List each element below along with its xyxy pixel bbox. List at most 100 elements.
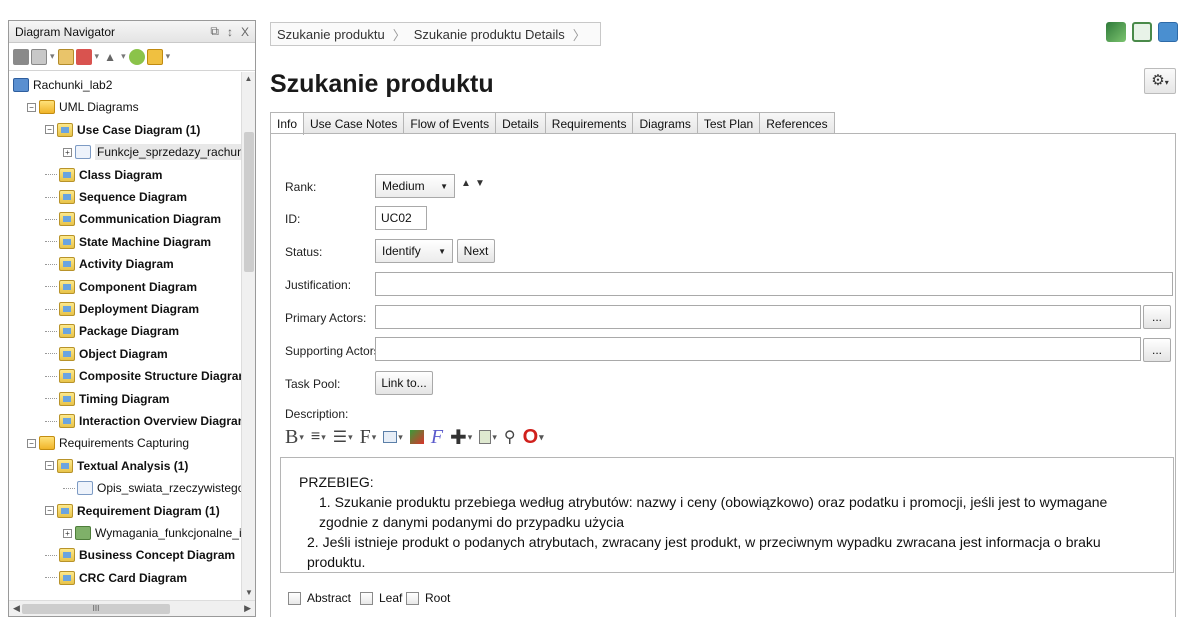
scroll-up-icon[interactable]: ▲ — [242, 72, 255, 86]
color-icon[interactable] — [409, 430, 424, 444]
tab-info[interactable]: Info — [270, 112, 305, 135]
link-to-button[interactable]: Link to... — [375, 371, 433, 395]
list-icon[interactable]: ☰ ▾ — [333, 427, 353, 447]
align-icon[interactable]: ≡ ▾ — [311, 428, 326, 446]
chevron-down-icon[interactable]: ▾ — [166, 51, 171, 62]
justification-field[interactable] — [375, 272, 1173, 296]
tree-item[interactable]: CRC Card Diagram — [45, 567, 187, 589]
fit-screen-icon[interactable] — [1132, 22, 1152, 42]
bold-icon[interactable]: B ▾ — [285, 426, 304, 449]
tree-item[interactable]: Package Diagram — [45, 320, 179, 342]
tab-references[interactable]: References — [759, 112, 835, 134]
close-icon[interactable]: X — [241, 25, 249, 39]
image-icon[interactable]: ▾ — [479, 430, 497, 444]
root-checkbox[interactable]: Root — [406, 591, 450, 605]
scroll-down-icon[interactable]: ▼ — [242, 586, 256, 600]
id-field[interactable]: UC02 — [375, 206, 427, 230]
insert-icon[interactable]: ✚ ▾ — [450, 425, 472, 450]
collapse-icon[interactable]: − — [45, 461, 54, 471]
breadcrumb-item[interactable]: Szukanie produktu Details — [414, 27, 565, 42]
diagram-icon — [59, 257, 75, 272]
tree-item[interactable]: Communication Diagram — [45, 208, 221, 230]
collapse-icon[interactable]: − — [45, 125, 54, 135]
vertical-scrollbar[interactable]: ▲ ▼ — [241, 72, 255, 600]
restore-icon[interactable]: ⧉ — [210, 24, 219, 39]
find-icon[interactable]: ⚲ — [504, 427, 516, 447]
supporting-actors-browse-button[interactable]: ... — [1143, 338, 1171, 362]
checkbox-box[interactable] — [360, 591, 373, 605]
tree-item[interactable]: + Wymagania_funkcjonalne_i_nief — [63, 522, 241, 544]
tab-diagrams[interactable]: Diagrams — [632, 112, 698, 134]
tab-details[interactable]: Details — [495, 112, 546, 134]
tree-item[interactable]: Composite Structure Diagram — [45, 365, 241, 387]
tab-flow-of-events[interactable]: Flow of Events — [403, 112, 497, 134]
tree-item[interactable]: Opis_swiata_rzeczywistego — [63, 477, 241, 499]
expand-icon[interactable]: + — [63, 528, 72, 538]
formula-icon[interactable]: F — [431, 426, 443, 449]
folder-icon — [39, 436, 55, 451]
scroll-thumb-horizontal[interactable]: III — [21, 603, 170, 614]
next-button[interactable]: Next — [457, 239, 495, 263]
abstract-checkbox[interactable]: Abstract — [288, 591, 351, 605]
rank-down-icon[interactable]: ▼ — [475, 178, 485, 189]
checkbox-box[interactable] — [406, 591, 419, 605]
primary-actors-browse-button[interactable]: ... — [1143, 305, 1171, 329]
tree-item[interactable]: Interaction Overview Diagram — [45, 410, 241, 432]
record-icon[interactable]: O ▾ — [523, 426, 544, 449]
description-editor[interactable]: PRZEBIEG: 1. Szukanie produktu przebiega… — [280, 457, 1174, 573]
tab-test-plan[interactable]: Test Plan — [696, 112, 761, 134]
collapse-icon[interactable]: − — [27, 102, 36, 112]
diagram-icon — [59, 167, 75, 182]
panel-icon[interactable] — [1158, 22, 1178, 42]
refresh-icon[interactable] — [128, 48, 145, 65]
tree-item[interactable]: − Use Case Diagram (1) — [45, 119, 200, 141]
chevron-down-icon[interactable]: ▾ — [95, 51, 100, 62]
tree-item[interactable]: Activity Diagram — [45, 253, 174, 275]
tree-item[interactable]: − Requirements Capturing — [27, 432, 189, 454]
sort-icon[interactable] — [75, 48, 92, 65]
notification-icon[interactable] — [1106, 22, 1126, 42]
tree-item[interactable]: Rachunki_lab2 — [13, 74, 112, 96]
tab-use-case-notes[interactable]: Use Case Notes — [303, 112, 405, 134]
new-diagram-icon[interactable] — [31, 48, 47, 65]
scroll-thumb[interactable] — [244, 132, 254, 272]
expand-icon[interactable]: + — [63, 147, 72, 157]
tree-item[interactable]: − Textual Analysis (1) — [45, 455, 188, 477]
open-icon[interactable] — [57, 48, 74, 65]
chevron-down-icon[interactable]: ▾ — [50, 51, 55, 62]
rank-up-icon[interactable]: ▲ — [461, 178, 471, 189]
primary-actors-field[interactable] — [375, 305, 1141, 329]
scroll-right-icon[interactable]: ▶ — [244, 603, 251, 614]
tree-item[interactable]: Business Concept Diagram — [45, 544, 235, 566]
up-icon[interactable]: ▲ — [102, 49, 118, 65]
tree-item-label: Deployment Diagram — [79, 302, 200, 316]
tree-item[interactable]: Component Diagram — [45, 276, 197, 298]
tree-item[interactable]: − Requirement Diagram (1) — [45, 500, 220, 522]
table-icon[interactable]: ▾ — [383, 431, 403, 443]
breadcrumb-item[interactable]: Szukanie produktu — [277, 27, 385, 42]
folder-icon[interactable] — [146, 48, 163, 65]
status-select[interactable]: Identify ▼ — [375, 239, 453, 263]
rank-select[interactable]: Medium ▼ — [375, 174, 455, 198]
font-icon[interactable]: F ▾ — [360, 426, 377, 449]
tree-connector — [45, 174, 57, 176]
tree-item[interactable]: Object Diagram — [45, 343, 168, 365]
supporting-actors-field[interactable] — [375, 337, 1141, 361]
scroll-left-icon[interactable]: ◀ — [13, 603, 20, 614]
tree-item[interactable]: Class Diagram — [45, 164, 162, 186]
tree-item[interactable]: − UML Diagrams — [27, 96, 139, 118]
tree-item[interactable]: Deployment Diagram — [45, 298, 199, 320]
tree-item[interactable]: Sequence Diagram — [45, 186, 187, 208]
gear-menu-button[interactable]: ⚙▾ — [1144, 68, 1176, 94]
chevron-down-icon[interactable]: ▾ — [121, 51, 126, 62]
tree-item[interactable]: State Machine Diagram — [45, 231, 211, 253]
collapse-icon[interactable]: − — [27, 438, 36, 448]
collapse-icon[interactable]: − — [45, 506, 54, 516]
leaf-checkbox[interactable]: Leaf — [360, 591, 402, 605]
pin-icon[interactable]: ↕ — [227, 25, 233, 39]
tree-item[interactable]: + Funkcje_sprzedazy_rachunkow — [63, 141, 241, 163]
tab-requirements[interactable]: Requirements — [544, 112, 634, 134]
checkbox-box[interactable] — [288, 591, 301, 605]
horizontal-scrollbar[interactable]: ◀ III ▶ — [9, 600, 255, 616]
tree-item[interactable]: Timing Diagram — [45, 388, 169, 410]
